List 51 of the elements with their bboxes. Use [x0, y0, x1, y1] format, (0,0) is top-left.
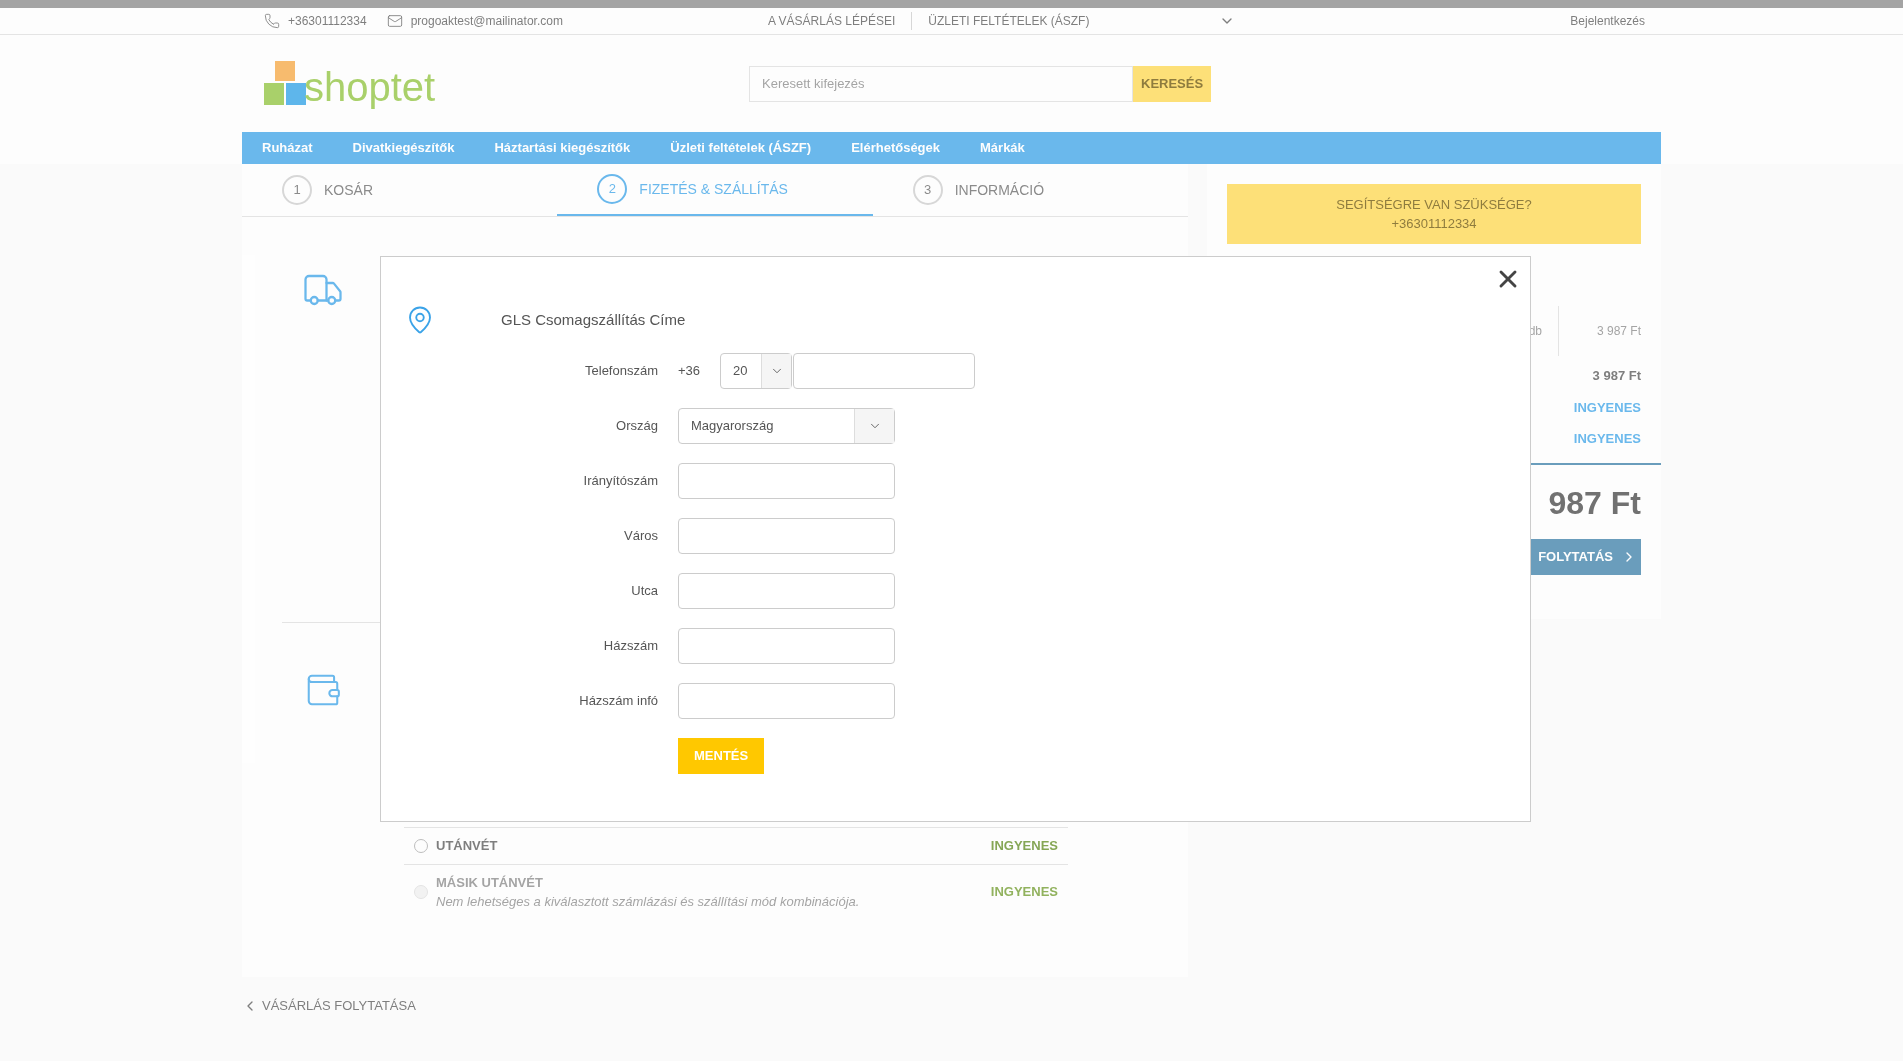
logo[interactable]: shoptet — [264, 60, 484, 107]
country-code: +36 — [678, 362, 700, 381]
nav-item[interactable]: Divatkiegészítők — [352, 138, 455, 158]
field-label: Ország — [615, 417, 658, 436]
text-input[interactable] — [678, 463, 895, 499]
field-label: Város — [623, 527, 658, 546]
search-field[interactable]: Keresett kifejezés — [749, 65, 1133, 102]
field-label: Házszám infó — [578, 692, 658, 711]
top-link[interactable]: ÜZLETI FELTÉTELEK (ÁSZF) — [912, 12, 1090, 30]
field-label: Irányítószám — [582, 472, 658, 491]
option-note: Nem lehetséges a kiválasztott számlázási és szállítási mód kombinációja. — [436, 893, 861, 911]
total-price: 987 Ft — [1548, 483, 1641, 523]
summary-value: 3 987 Ft — [1592, 367, 1641, 385]
contact-phone: +36301112334 — [288, 13, 367, 30]
back-link[interactable]: VÁSÁRLÁS FOLYTATÁSA — [242, 996, 1188, 1016]
save-button[interactable]: MENTÉS — [678, 738, 765, 774]
checkout-step[interactable]: 2 FIZETÉS & SZÁLLÍTÁS — [557, 164, 873, 216]
text-input[interactable] — [678, 573, 895, 609]
field-label: Telefonszám — [584, 362, 658, 381]
summary-value: INGYENES — [1573, 398, 1641, 417]
option-price: INGYENES — [990, 837, 1058, 855]
payment-option[interactable]: UTÁNVÉT INGYENES — [404, 827, 1068, 864]
checkout-step[interactable]: 3 INFORMÁCIÓ — [872, 164, 1188, 216]
text-input[interactable] — [678, 518, 895, 554]
radio-button[interactable] — [414, 838, 428, 853]
nav-item[interactable]: Üzleti feltételek (ÁSZF) — [670, 138, 812, 158]
summary-value: INGYENES — [1573, 430, 1641, 448]
login-link[interactable]: Bejelentkezés — [1570, 12, 1645, 30]
nav-item[interactable]: Háztartási kiegészítők — [494, 138, 631, 158]
option-name: MÁSIK UTÁNVÉT — [436, 873, 544, 892]
field-label: Házszám — [602, 637, 658, 656]
text-input[interactable] — [678, 628, 895, 664]
contact-email: progoaktest@mailinator.com — [410, 13, 563, 30]
top-link[interactable]: A VÁSÁRLÁS LÉPÉSEI — [767, 12, 913, 30]
field-label: Utca — [630, 582, 658, 601]
nav-item[interactable]: Elérhetőségek — [851, 138, 940, 158]
help-box: SEGÍTSÉGRE VAN SZÜKSÉGE? +36301112334 — [1227, 184, 1641, 244]
dialog-title: GLS Csomagszállítás Címe — [501, 309, 686, 330]
nav-item[interactable]: Ruházat — [262, 138, 313, 158]
mail-icon — [386, 13, 403, 29]
area-code-select[interactable]: 20 — [720, 353, 792, 389]
phone-icon — [264, 13, 280, 29]
phone-input[interactable] — [793, 353, 975, 389]
option-name: UTÁNVÉT — [436, 837, 499, 855]
country-select[interactable]: Magyarország — [678, 408, 895, 444]
checkout-step[interactable]: 1 KOSÁR — [242, 164, 558, 216]
item-price: 3 987 Ft — [1595, 323, 1641, 340]
option-price: INGYENES — [990, 883, 1058, 902]
nav-item[interactable]: Márkák — [980, 138, 1025, 158]
text-input[interactable] — [678, 683, 895, 719]
search-button[interactable]: KERESÉS — [1133, 65, 1212, 102]
